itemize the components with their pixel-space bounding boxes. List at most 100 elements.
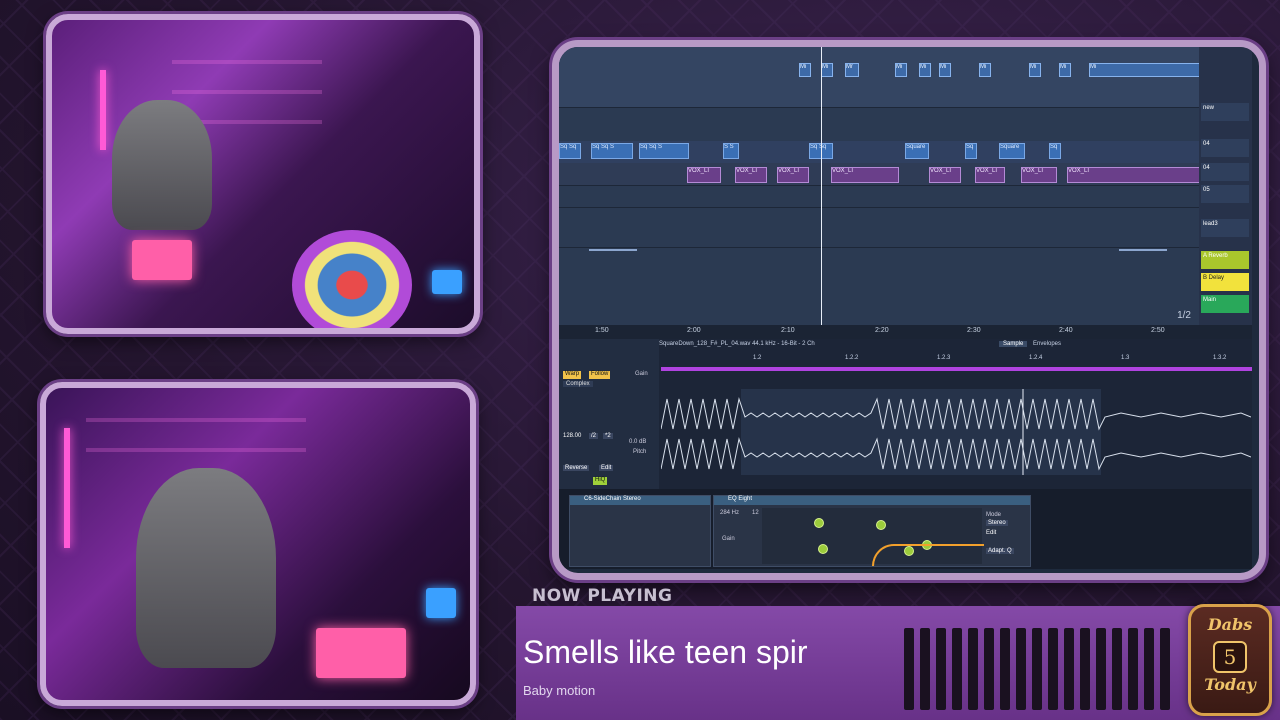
track-header-new[interactable]: new [1201,103,1249,121]
warp-mode-select[interactable]: Complex [563,381,593,387]
audio-clip[interactable]: Sq Sq S [639,143,689,159]
clip-detail-view: Warp Follow Complex Gain 0.0 dB 128.00 /… [559,339,1252,489]
vocal-clip[interactable]: VOX_LI [929,167,961,183]
shelf [86,418,306,422]
logo-line1: Dabs [1207,615,1253,634]
eq-db-scale: 12 [752,510,759,516]
clip-controls: Warp Follow Complex Gain 0.0 dB 128.00 /… [559,339,659,489]
audio-clip[interactable]: S S [723,143,739,159]
song-title: Smells like teen spir [523,634,808,670]
daw-window: Mi Mi Mr Mi Mi Mi Mi Mi Mi Mi Sq Sq Sq S… [552,40,1266,580]
track-header-main[interactable]: Main [1201,295,1249,313]
arrangement-view[interactable]: Mi Mi Mr Mi Mi Mi Mi Mi Mi Mi Sq Sq Sq S… [559,47,1201,327]
reverse-button[interactable]: Reverse [563,465,590,471]
track-header-05[interactable]: 05 [1201,185,1249,203]
webcam-top [46,14,480,334]
audio-clip[interactable]: Sq Sq S [591,143,633,159]
eq-freq-value[interactable]: 284 Hz [720,510,739,516]
vocal-clip[interactable]: VOX_LI [1067,167,1201,183]
vocal-clip[interactable]: VOX_LI [687,167,721,183]
track-header-04b[interactable]: 04 [1201,163,1249,181]
bpm-field[interactable]: 128.00 [563,433,581,439]
shelf [172,90,322,94]
vocal-clip[interactable]: VOX_LI [831,167,899,183]
visualizer-bar [1080,628,1090,710]
eq-band-handle[interactable] [876,520,886,530]
shelf [172,60,322,64]
follow-button[interactable]: Follow [589,371,611,379]
midi-clip[interactable]: Mi [895,63,907,77]
visualizer-bar [920,628,930,710]
ruler-tick: 2:00 [687,327,701,334]
eq-band-handle[interactable] [818,544,828,554]
audio-clip[interactable]: Sq Sq [559,143,581,159]
time-ruler[interactable]: 1:50 2:00 2:10 2:20 2:30 2:40 2:50 [559,325,1252,339]
marker: 1.3 [1121,355,1130,361]
hiq-button[interactable]: HiQ [593,477,608,485]
vocal-clip[interactable]: VOX_LI [1021,167,1057,183]
audio-clip[interactable]: Square [905,143,929,159]
midi-clip[interactable]: Mi [939,63,951,77]
visualizer-bar [1160,628,1170,710]
audio-clip[interactable]: Square [999,143,1025,159]
vocal-clip[interactable]: VOX_LI [735,167,767,183]
eq-mode-select[interactable]: Stereo [986,520,1008,526]
eq-band-handle[interactable] [814,518,824,528]
ruler-tick: 2:50 [1151,327,1165,334]
playhead[interactable] [821,47,822,327]
visualizer-bar [984,628,994,710]
vocal-clip[interactable]: VOX_LI [777,167,809,183]
midi-clip[interactable]: Mi [1029,63,1041,77]
visualizer-bar [1144,628,1154,710]
track-header-04[interactable]: 04 [1201,139,1249,157]
eq-adapt-button[interactable]: Adapt. Q [986,548,1014,554]
loop-brace[interactable] [661,367,1252,371]
midi-clip[interactable]: Mi [1089,63,1201,77]
audio-clip[interactable]: Sq [1049,143,1061,159]
drum-pad-controller [132,240,192,280]
eq-graph[interactable] [762,508,984,566]
midi-clip[interactable]: Mi [919,63,931,77]
automation-line [1119,249,1167,251]
visualizer-bar [1000,628,1010,710]
tab-envelopes[interactable]: Envelopes [1033,341,1061,347]
track-header-lead3[interactable]: lead3 [1201,219,1249,237]
half-tempo-button[interactable]: /2 [589,433,599,439]
streamer [112,100,212,230]
visualizer-bar [1032,628,1042,710]
vocal-clip[interactable]: VOX_LI [975,167,1005,183]
neon-light [100,70,106,150]
shelf [86,448,306,452]
ruler-tick: 2:30 [967,327,981,334]
gain-label: Gain [635,371,648,377]
track-header-delay[interactable]: B Delay [1201,273,1249,291]
midi-clip[interactable]: Mi [799,63,811,77]
ruler-tick: 2:10 [781,327,795,334]
audio-visualizer [904,628,1184,710]
waveform-display[interactable] [661,389,1251,475]
eq-eight-device[interactable]: EQ Eight 284 Hz Gain 12 Mode Stereo Edit… [713,495,1031,567]
double-tempo-button[interactable]: *2 [603,433,613,439]
eq-title: EQ Eight [714,496,1030,505]
logo-number: 5 [1213,641,1247,673]
midi-clip[interactable]: Mi [979,63,991,77]
channel-logo: Dabs 5 Today [1188,604,1272,716]
midi-clip[interactable]: Mi [1059,63,1071,77]
streamer [136,468,276,668]
blue-deck [426,588,456,618]
midi-clip[interactable]: Mi [821,63,833,77]
midi-clip[interactable]: Mr [845,63,859,77]
visualizer-bar [1016,628,1026,710]
track-header-reverb[interactable]: A Reverb [1201,251,1249,269]
warp-button[interactable]: Warp [563,371,582,379]
track-lane [559,185,1199,208]
gain-value[interactable]: 0.0 dB [629,439,646,445]
tab-sample[interactable]: Sample [999,341,1028,347]
audio-clip[interactable]: Sq [965,143,977,159]
visualizer-bar [1112,628,1122,710]
eq-edit-button[interactable]: Edit [986,530,996,536]
edit-button[interactable]: Edit [599,465,614,471]
ruler-tick: 2:40 [1059,327,1073,334]
clip-file-info: SquareDown_128_F#_PL_04.wav 44.1 kHz - 1… [659,341,1252,351]
compressor-device[interactable]: C6-SideChain Stereo [569,495,711,567]
